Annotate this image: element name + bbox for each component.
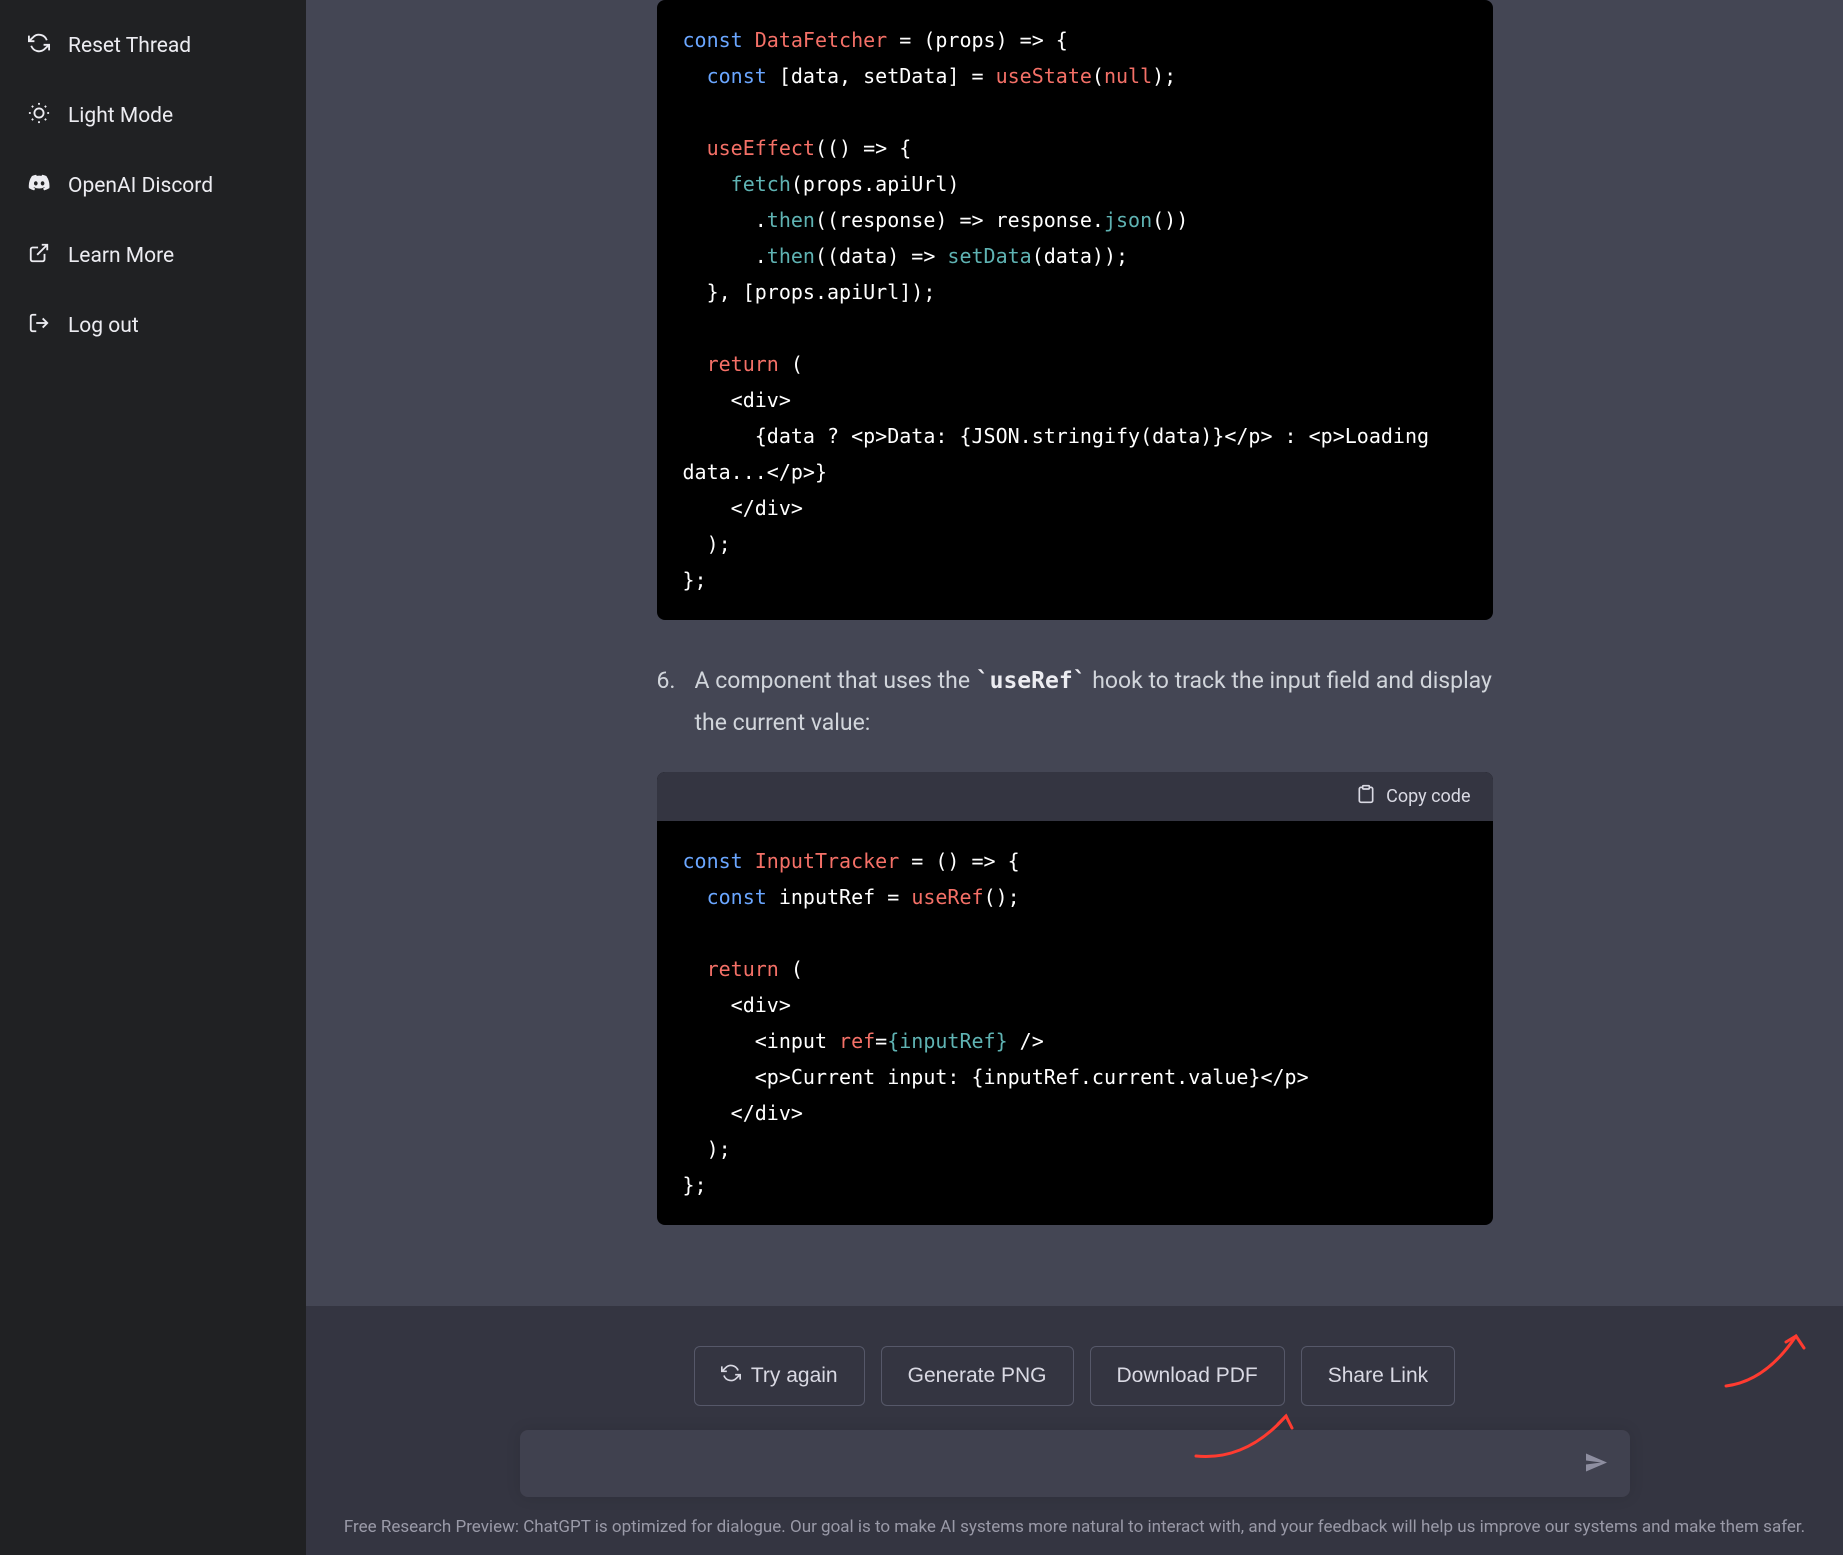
generate-png-button[interactable]: Generate PNG [881, 1346, 1074, 1406]
clipboard-icon [1356, 784, 1376, 809]
chat-input[interactable] [520, 1430, 1630, 1497]
share-link-button[interactable]: Share Link [1301, 1346, 1455, 1406]
logout-icon [28, 312, 50, 340]
sidebar-item-label: Log out [68, 314, 139, 338]
input-row [500, 1430, 1650, 1497]
refresh-icon [721, 1363, 741, 1389]
copy-code-button[interactable]: Copy code [657, 772, 1493, 821]
code-block-2: Copy code const InputTracker = () => { c… [657, 772, 1493, 1225]
sidebar-item-light-mode[interactable]: Light Mode [14, 84, 292, 148]
bottom-bar: Try again Generate PNG Download PDF Shar… [306, 1306, 1843, 1555]
code-content-2[interactable]: const InputTracker = () => { const input… [657, 821, 1493, 1225]
sidebar: Reset Thread Light Mode OpenAI Discord L… [0, 0, 306, 1555]
action-row: Try again Generate PNG Download PDF Shar… [306, 1346, 1843, 1406]
share-link-label: Share Link [1328, 1364, 1428, 1388]
list-marker: 6. [657, 660, 677, 744]
download-pdf-label: Download PDF [1117, 1364, 1258, 1388]
sidebar-item-label: Learn More [68, 244, 174, 268]
main-area: const DataFetcher = (props) => { const [… [306, 0, 1843, 1555]
generate-png-label: Generate PNG [908, 1364, 1047, 1388]
discord-icon [28, 172, 50, 200]
sidebar-item-label: Reset Thread [68, 34, 191, 58]
code-block-1: const DataFetcher = (props) => { const [… [657, 0, 1493, 620]
sun-icon [28, 102, 50, 130]
try-again-label: Try again [751, 1364, 838, 1388]
sidebar-item-discord[interactable]: OpenAI Discord [14, 154, 292, 218]
inline-code-useref: `useRef` [976, 668, 1087, 694]
sidebar-item-learn-more[interactable]: Learn More [14, 224, 292, 288]
send-icon [1584, 1462, 1608, 1477]
sidebar-item-reset-thread[interactable]: Reset Thread [14, 14, 292, 78]
external-link-icon [28, 242, 50, 270]
sidebar-item-label: Light Mode [68, 104, 173, 128]
sidebar-item-label: OpenAI Discord [68, 174, 213, 198]
list-text: A component that uses the `useRef` hook … [695, 660, 1493, 744]
copy-code-label: Copy code [1386, 786, 1470, 807]
refresh-icon [28, 32, 50, 60]
list-item-6: 6. A component that uses the `useRef` ho… [657, 660, 1493, 744]
code-content-1[interactable]: const DataFetcher = (props) => { const [… [657, 0, 1493, 620]
download-pdf-button[interactable]: Download PDF [1090, 1346, 1285, 1406]
footer-disclaimer: Free Research Preview: ChatGPT is optimi… [306, 1497, 1843, 1555]
chat-content[interactable]: const DataFetcher = (props) => { const [… [306, 0, 1843, 1306]
sidebar-item-log-out[interactable]: Log out [14, 294, 292, 358]
send-button[interactable] [1584, 1450, 1608, 1477]
try-again-button[interactable]: Try again [694, 1346, 865, 1406]
